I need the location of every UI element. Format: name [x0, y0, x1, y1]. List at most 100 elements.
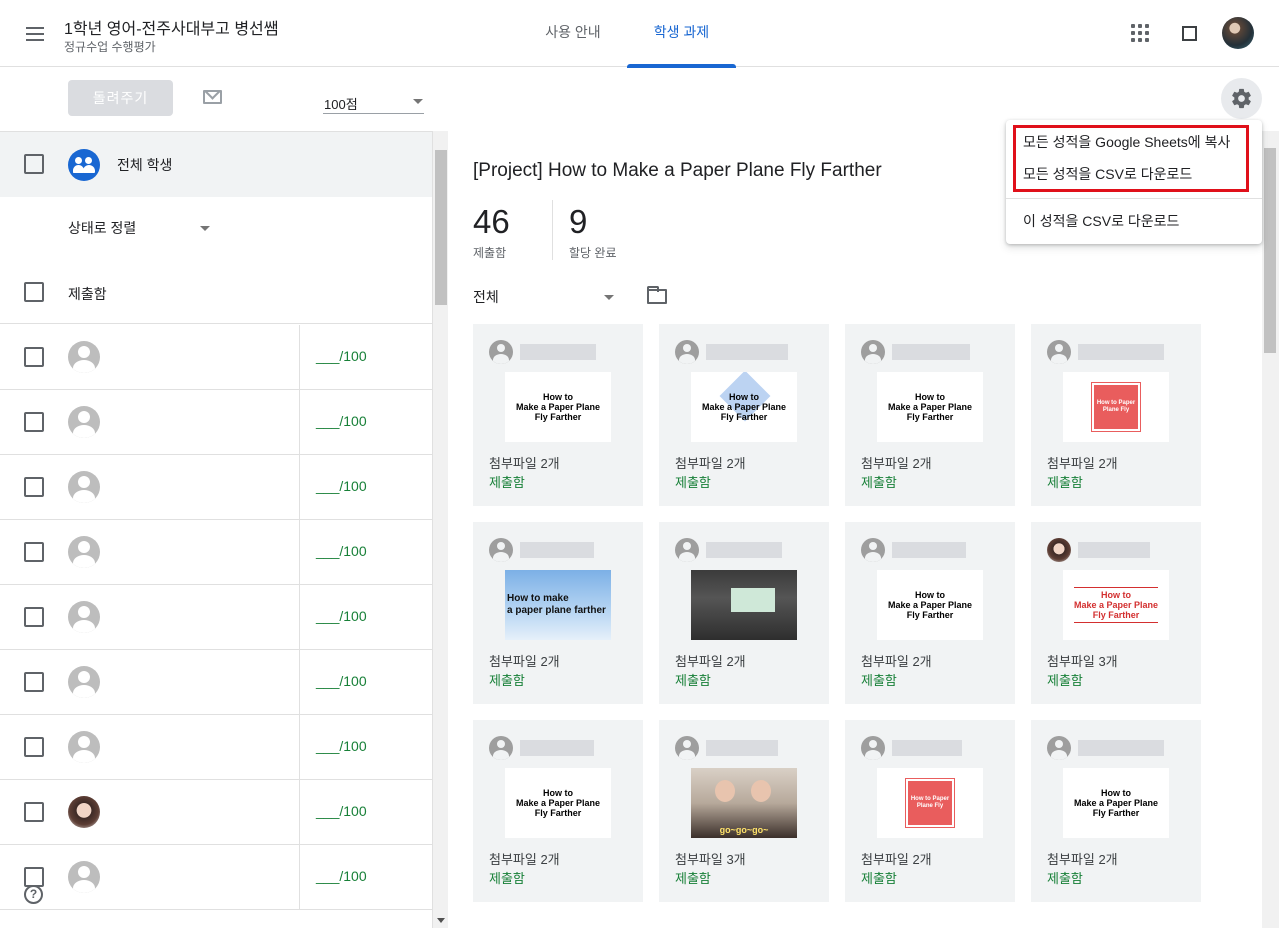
student-row[interactable]: ___/100 — [0, 650, 432, 715]
all-students-checkbox[interactable] — [24, 154, 44, 174]
grade-input[interactable]: ___/100 — [316, 478, 367, 494]
attachment-thumbnail[interactable]: How to Make a Paper Plane Fly Farther — [1063, 768, 1169, 838]
top-app-bar: 1학년 영어-전주사대부고 병선쌤 정규수업 수행평가 사용 안내 학생 과제 — [0, 0, 1279, 68]
student-checkbox[interactable] — [24, 607, 44, 627]
grade-input[interactable]: ___/100 — [316, 543, 367, 559]
grade-divider — [299, 390, 300, 455]
student-checkbox[interactable] — [24, 737, 44, 757]
submission-status: 제출함 — [489, 673, 525, 688]
hamburger-menu-icon[interactable] — [24, 22, 48, 46]
attachment-thumbnail[interactable]: How to Make a Paper Plane Fly Farther — [877, 570, 983, 640]
submission-card[interactable]: How to Paper Plane Fly 첨부파일 2개 제출함 — [845, 720, 1015, 902]
red-highlight-annotation — [1013, 125, 1249, 192]
tab-guide[interactable]: 사용 안내 — [527, 0, 619, 67]
grade-input[interactable]: ___/100 — [316, 738, 367, 754]
student-checkbox[interactable] — [24, 412, 44, 432]
attachment-count: 첨부파일 3개 — [675, 852, 746, 867]
student-name-placeholder — [520, 542, 594, 558]
student-row[interactable]: ___/100 — [0, 780, 432, 845]
attachment-thumbnail[interactable]: How to Paper Plane Fly — [877, 768, 983, 838]
submission-card[interactable]: go~go~go~ 첨부파일 3개 제출함 — [659, 720, 829, 902]
tab-student-work[interactable]: 학생 과제 — [627, 0, 736, 68]
submission-card[interactable]: How to Make a Paper Plane Fly Farther 첨부파… — [473, 324, 643, 506]
student-row[interactable]: ___/100 — [0, 455, 432, 520]
stat-submitted: 46 제출함 — [473, 203, 510, 261]
attachment-thumbnail[interactable]: go~go~go~ — [691, 768, 797, 838]
attachment-thumbnail[interactable]: How to Make a Paper Plane Fly Farther — [1063, 570, 1169, 640]
main-scrollbar[interactable] — [1262, 131, 1279, 928]
grade-input[interactable]: ___/100 — [316, 348, 367, 364]
student-row[interactable]: ___/100 — [0, 520, 432, 585]
student-name-placeholder — [706, 542, 782, 558]
google-apps-icon[interactable] — [1131, 24, 1153, 46]
settings-gear-button[interactable] — [1221, 78, 1262, 119]
submission-card[interactable]: How to make a paper plane farther 첨부파일 2개… — [473, 522, 643, 704]
stat-divider — [552, 200, 553, 260]
student-avatar — [68, 601, 100, 633]
return-button[interactable]: 돌려주기 — [68, 80, 173, 116]
menu-item-download-this-csv[interactable]: 이 성적을 CSV로 다운로드 — [1006, 205, 1262, 237]
submission-card[interactable]: How to Make a Paper Plane Fly Farther 첨부파… — [659, 324, 829, 506]
attachment-thumbnail[interactable]: How to Make a Paper Plane Fly Farther — [691, 372, 797, 442]
submission-card[interactable]: How to Make a Paper Plane Fly Farther 첨부파… — [473, 720, 643, 902]
mail-icon[interactable] — [203, 90, 222, 104]
student-checkbox[interactable] — [24, 477, 44, 497]
assignment-title: [Project] How to Make a Paper Plane Fly … — [473, 160, 882, 181]
submission-card[interactable]: How to Paper Plane Fly 첨부파일 2개 제출함 — [1031, 324, 1201, 506]
student-checkbox[interactable] — [24, 672, 44, 692]
submission-card[interactable]: 첨부파일 2개 제출함 — [659, 522, 829, 704]
grade-input[interactable]: ___/100 — [316, 803, 367, 819]
grade-input[interactable]: ___/100 — [316, 413, 367, 429]
attachment-thumbnail[interactable]: How to Make a Paper Plane Fly Farther — [505, 768, 611, 838]
submission-card[interactable]: How to Make a Paper Plane Fly Farther 첨부파… — [845, 324, 1015, 506]
filter-dropdown[interactable]: 전체 — [473, 287, 615, 307]
window-square-icon[interactable] — [1182, 26, 1197, 41]
grade-divider — [299, 455, 300, 520]
scrollbar-thumb[interactable] — [435, 150, 447, 305]
student-row[interactable]: ___/100 — [0, 845, 432, 910]
grade-input[interactable]: ___/100 — [316, 673, 367, 689]
sort-dropdown[interactable]: 상태로 정렬 — [68, 218, 213, 238]
attachment-thumbnail[interactable]: How to make a paper plane farther — [505, 570, 611, 640]
attachment-count: 첨부파일 2개 — [489, 852, 560, 867]
all-students-row[interactable]: 전체 학생 — [0, 132, 432, 197]
student-checkbox[interactable] — [24, 347, 44, 367]
stat-submitted-label: 제출함 — [473, 246, 507, 260]
stat-submitted-value: 46 — [473, 203, 510, 240]
student-avatar — [68, 341, 100, 373]
thumbnail-text: How to make a paper plane farther — [507, 593, 606, 616]
all-students-label: 전체 학생 — [117, 157, 173, 173]
help-icon[interactable]: ? — [24, 885, 43, 904]
grade-input[interactable]: ___/100 — [316, 608, 367, 624]
student-checkbox[interactable] — [24, 867, 44, 887]
student-checkbox[interactable] — [24, 542, 44, 562]
attachment-thumbnail[interactable]: How to Make a Paper Plane Fly Farther — [877, 372, 983, 442]
thumbnail-text: How to Make a Paper Plane Fly Farther — [515, 392, 601, 422]
student-avatar — [861, 538, 885, 562]
grade-divider — [299, 520, 300, 585]
thumbnail-text: How to Paper Plane Fly — [905, 778, 955, 828]
student-list-panel: 전체 학생 상태로 정렬 제출함 ___/100 ___/100 ___/100 __… — [0, 131, 432, 928]
student-row[interactable]: ___/100 — [0, 390, 432, 455]
student-list-scrollbar[interactable] — [432, 131, 448, 928]
submission-card[interactable]: How to Make a Paper Plane Fly Farther 첨부파… — [1031, 720, 1201, 902]
scrollbar-thumb[interactable] — [1264, 148, 1276, 353]
scroll-down-arrow-icon[interactable] — [437, 918, 445, 923]
thumbnail-text: How to Make a Paper Plane Fly Farther — [515, 788, 601, 818]
submission-card[interactable]: How to Make a Paper Plane Fly Farther 첨부파… — [845, 522, 1015, 704]
folder-icon[interactable] — [647, 286, 667, 304]
grade-input[interactable]: ___/100 — [316, 868, 367, 884]
points-select[interactable]: 100점 — [323, 90, 424, 114]
attachment-thumbnail[interactable] — [691, 570, 797, 640]
student-avatar — [68, 471, 100, 503]
attachment-thumbnail[interactable]: How to Paper Plane Fly — [1063, 372, 1169, 442]
student-row[interactable]: ___/100 — [0, 585, 432, 650]
student-checkbox[interactable] — [24, 802, 44, 822]
submission-card[interactable]: How to Make a Paper Plane Fly Farther 첨부파… — [1031, 522, 1201, 704]
submitted-section-checkbox[interactable] — [24, 282, 44, 302]
account-avatar[interactable] — [1222, 17, 1254, 49]
student-name-placeholder — [892, 344, 970, 360]
student-row[interactable]: ___/100 — [0, 325, 432, 390]
attachment-thumbnail[interactable]: How to Make a Paper Plane Fly Farther — [505, 372, 611, 442]
student-row[interactable]: ___/100 — [0, 715, 432, 780]
